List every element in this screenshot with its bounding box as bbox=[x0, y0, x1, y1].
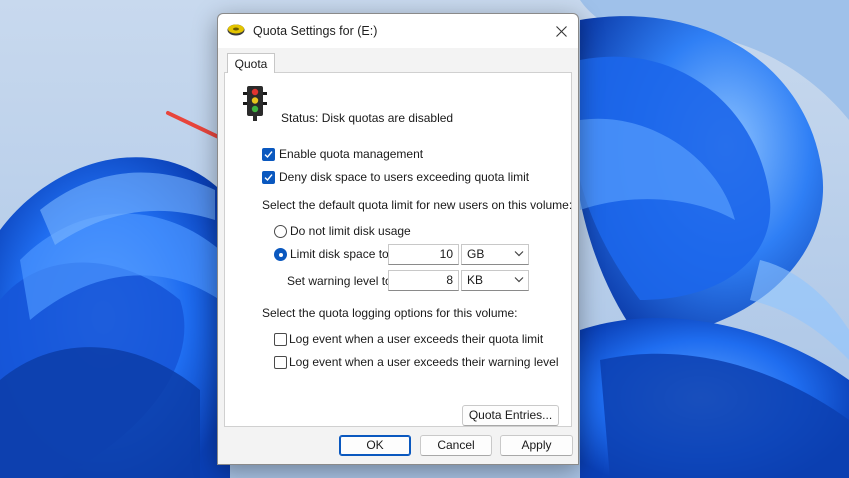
logging-heading: Select the quota logging options for thi… bbox=[262, 306, 518, 320]
title-bar: Quota Settings for (E:) bbox=[218, 14, 578, 48]
enable-quota-checkbox[interactable] bbox=[262, 148, 275, 161]
log-warning-level-checkbox[interactable] bbox=[274, 356, 287, 369]
close-icon bbox=[555, 25, 567, 37]
warning-level-input[interactable]: 8 bbox=[388, 270, 459, 291]
quota-settings-dialog: Quota Settings for (E:) Quota Status: Di… bbox=[217, 13, 579, 465]
chevron-down-icon bbox=[514, 277, 524, 283]
enable-quota-label[interactable]: Enable quota management bbox=[279, 147, 423, 161]
quota-entries-button[interactable]: Quota Entries... bbox=[462, 405, 559, 426]
warning-level-unit-value: KB bbox=[467, 273, 484, 287]
limit-space-radio[interactable] bbox=[274, 248, 287, 261]
log-quota-limit-checkbox[interactable] bbox=[274, 333, 287, 346]
limit-space-label[interactable]: Limit disk space to bbox=[290, 247, 389, 261]
limit-space-unit-select[interactable]: GB bbox=[461, 244, 529, 265]
tab-quota[interactable]: Quota bbox=[227, 53, 275, 73]
warning-level-unit-select[interactable]: KB bbox=[461, 270, 529, 291]
limit-space-unit-value: GB bbox=[467, 247, 485, 261]
no-limit-radio[interactable] bbox=[274, 225, 287, 238]
quota-tab-panel: Status: Disk quotas are disabled Enable … bbox=[224, 72, 572, 427]
status-text: Status: Disk quotas are disabled bbox=[281, 111, 454, 125]
warning-level-label: Set warning level to bbox=[287, 274, 392, 288]
apply-button[interactable]: Apply bbox=[500, 435, 573, 456]
log-warning-level-label[interactable]: Log event when a user exceeds their warn… bbox=[289, 355, 559, 369]
disk-drive-icon bbox=[227, 24, 245, 36]
default-limit-heading: Select the default quota limit for new u… bbox=[262, 198, 573, 212]
limit-space-input[interactable]: 10 bbox=[388, 244, 459, 265]
deny-disk-space-checkbox[interactable] bbox=[262, 171, 275, 184]
cancel-button[interactable]: Cancel bbox=[420, 435, 492, 456]
chevron-down-icon bbox=[514, 251, 524, 257]
deny-disk-space-label[interactable]: Deny disk space to users exceeding quota… bbox=[279, 170, 529, 184]
close-button[interactable] bbox=[544, 14, 578, 48]
traffic-light-icon bbox=[243, 86, 267, 121]
log-quota-limit-label[interactable]: Log event when a user exceeds their quot… bbox=[289, 332, 543, 346]
ok-button[interactable]: OK bbox=[339, 435, 411, 456]
no-limit-label[interactable]: Do not limit disk usage bbox=[290, 224, 411, 238]
dialog-title: Quota Settings for (E:) bbox=[253, 24, 378, 38]
